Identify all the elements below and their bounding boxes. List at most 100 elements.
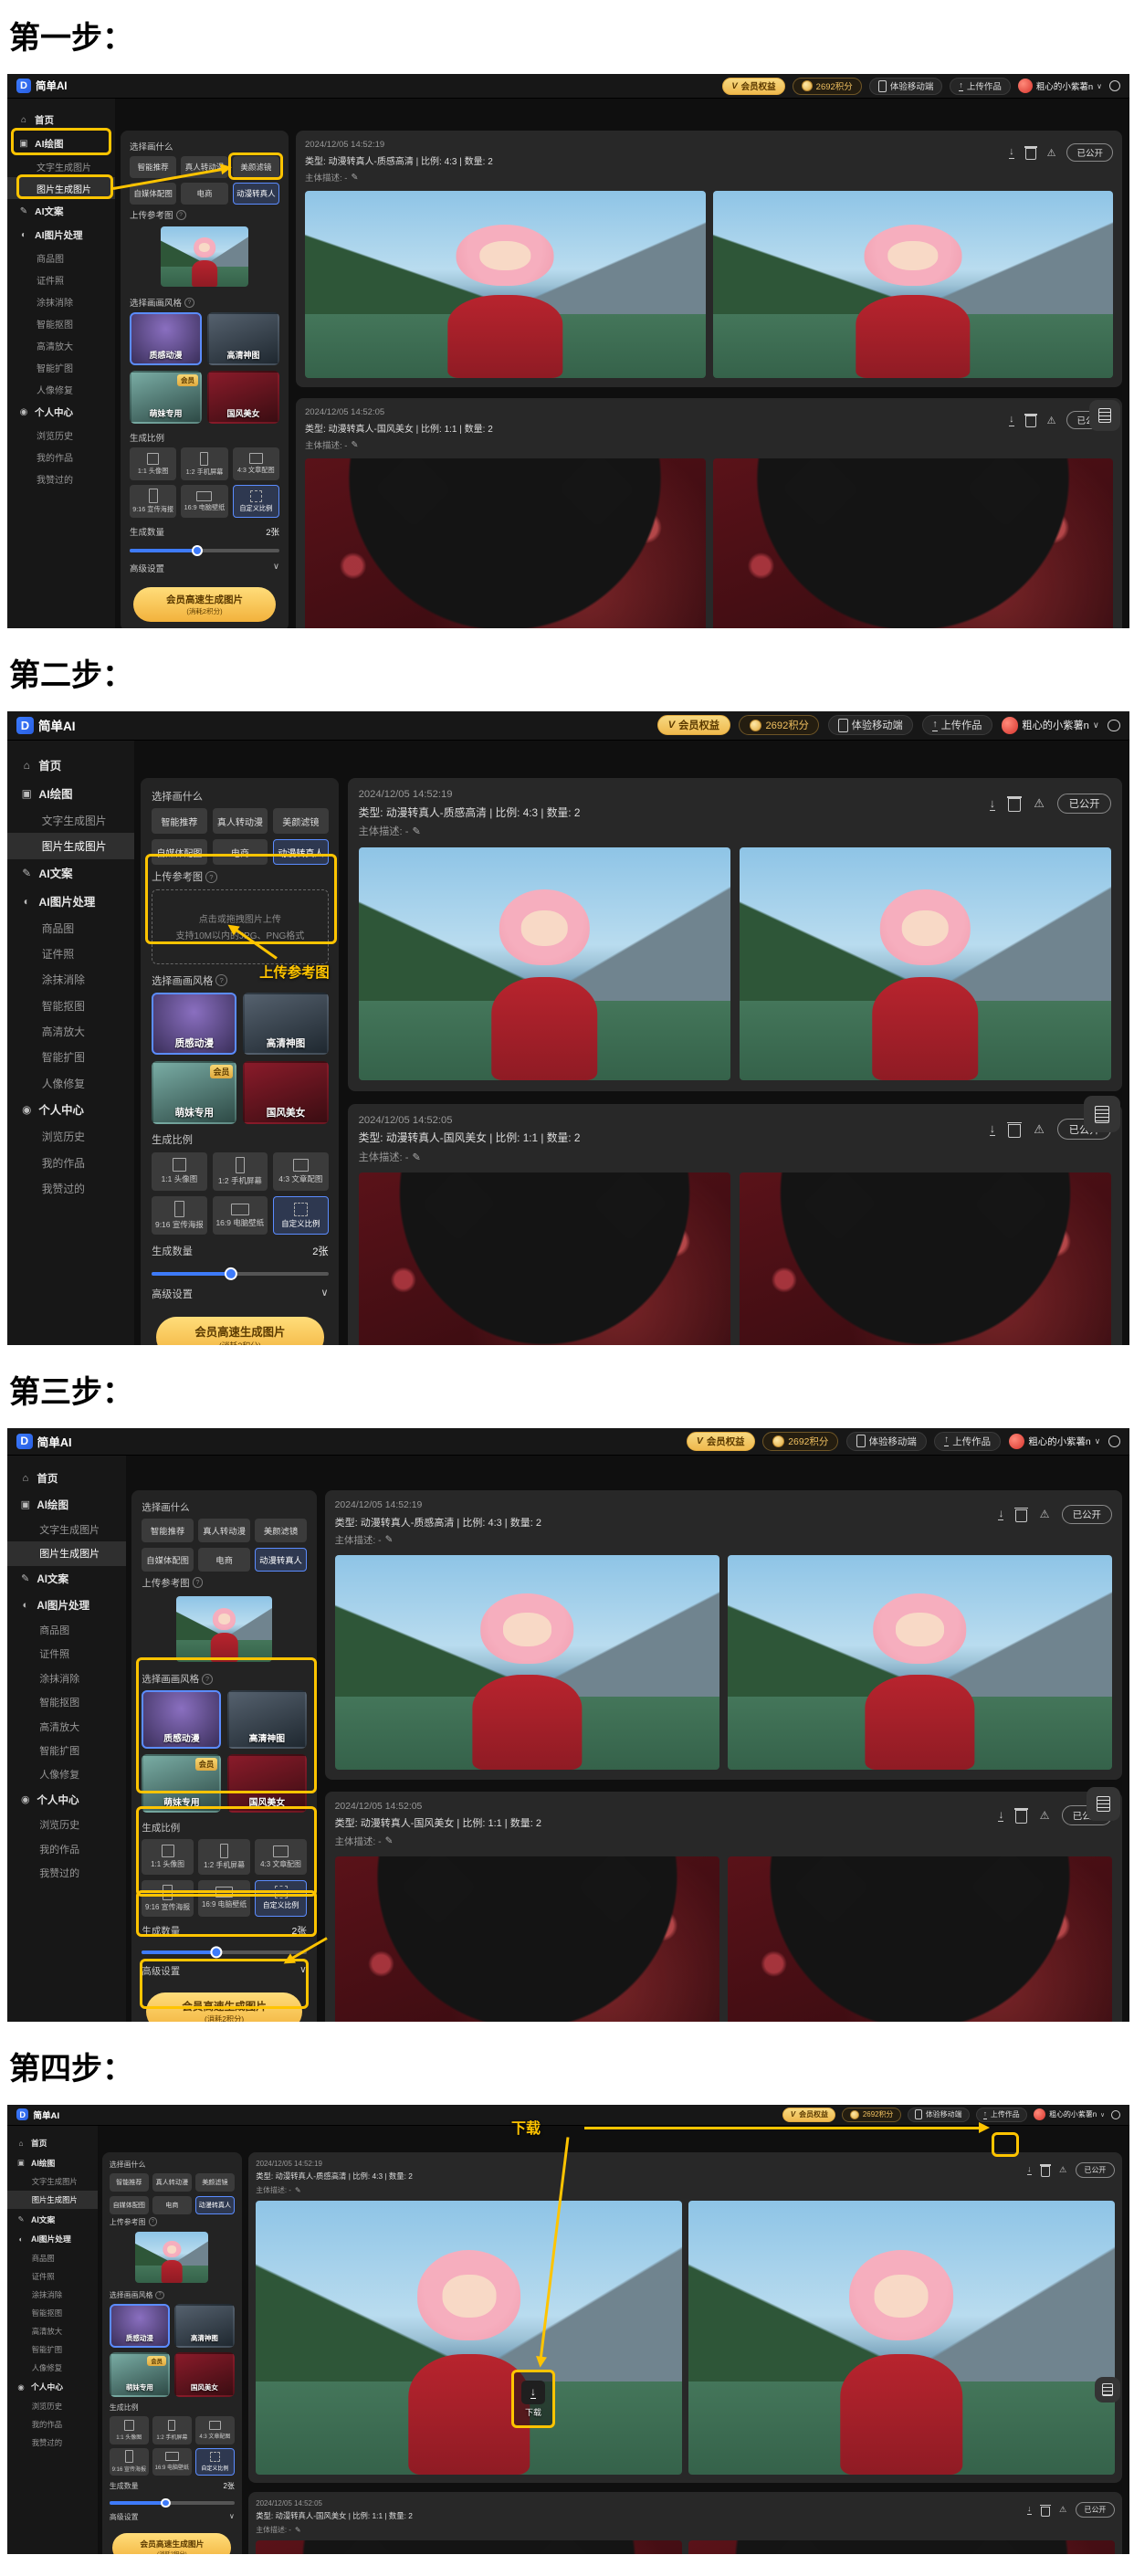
sidebar-item-3[interactable]: 图片生成图片	[7, 1541, 126, 1565]
download-icon[interactable]: ↓	[990, 1122, 995, 1136]
style-option-3[interactable]: 国风美女	[243, 1061, 328, 1123]
ratio-option-3[interactable]: 9:16 宣传海报	[152, 1196, 207, 1235]
sidebar-item-2[interactable]: 文字生成图片	[7, 807, 134, 833]
points-badge[interactable]: 2692积分	[842, 2108, 901, 2122]
report-icon[interactable]: ⚠	[1047, 147, 1056, 159]
sidebar-item-4[interactable]: ✎AI文案	[7, 859, 134, 888]
user-menu[interactable]: 粗心的小紫薯n∨	[1009, 1434, 1100, 1450]
sidebar-item-2[interactable]: 文字生成图片	[7, 2172, 98, 2191]
generated-image[interactable]	[728, 1555, 1112, 1770]
subject-option-3[interactable]: 自媒体配图	[152, 839, 207, 865]
ratio-option-3[interactable]: 9:16 宣传海报	[110, 2448, 149, 2476]
sidebar-item-15[interactable]: 我的作品	[7, 1837, 126, 1861]
quantity-slider[interactable]	[142, 1947, 306, 1959]
style-option-2[interactable]: 会员萌妹专用	[142, 1754, 221, 1813]
sidebar-item-6[interactable]: 商品图	[7, 1618, 126, 1642]
download-icon[interactable]: ↓	[990, 797, 995, 811]
sidebar-item-15[interactable]: 我的作品	[7, 1150, 134, 1175]
subject-option-5[interactable]: 动漫转真人	[273, 839, 329, 865]
subject-option-5[interactable]: 动漫转真人	[255, 1548, 306, 1572]
sidebar-item-0[interactable]: ⌂首页	[7, 752, 134, 780]
mobile-app-button[interactable]: 体验移动端	[869, 78, 943, 95]
sidebar-item-8[interactable]: 涂抹消除	[7, 1667, 126, 1690]
sidebar-item-5[interactable]: ◐AI图片处理	[7, 1592, 126, 1618]
sidebar-item-0[interactable]: ⌂首页	[7, 108, 115, 131]
style-option-3[interactable]: 国风美女	[174, 2352, 235, 2396]
sidebar-item-11[interactable]: 智能扩图	[7, 2340, 98, 2359]
slider-knob[interactable]	[192, 545, 203, 556]
generated-image[interactable]	[256, 2201, 682, 2475]
subject-option-4[interactable]: 电商	[198, 1548, 249, 1572]
generated-image[interactable]	[740, 847, 1112, 1080]
edit-icon[interactable]: ✎	[351, 173, 358, 183]
subject-option-1[interactable]: 真人转动漫	[181, 156, 227, 178]
generated-image[interactable]	[688, 2201, 1115, 2475]
generated-image[interactable]	[740, 1172, 1112, 1345]
sidebar-item-12[interactable]: 人像修复	[7, 1070, 134, 1096]
download-icon[interactable]: ↓	[1027, 2505, 1032, 2515]
subject-option-0[interactable]: 智能推荐	[130, 156, 176, 178]
style-option-3[interactable]: 国风美女	[207, 371, 279, 424]
sidebar-item-10[interactable]: 高清放大	[7, 1018, 134, 1044]
slider-knob[interactable]	[210, 1947, 222, 1959]
sidebar-item-9[interactable]: 智能抠图	[7, 993, 134, 1018]
report-icon[interactable]: ⚠	[1047, 415, 1056, 426]
generated-image[interactable]	[713, 191, 1114, 378]
sidebar-item-8[interactable]: 涂抹消除	[7, 2286, 98, 2304]
download-icon[interactable]: ↓	[998, 1508, 1003, 1520]
subject-option-1[interactable]: 真人转动漫	[213, 808, 268, 834]
trash-icon[interactable]	[1041, 2507, 1050, 2517]
report-icon[interactable]: ⚠	[1034, 1122, 1045, 1137]
subject-option-3[interactable]: 自媒体配图	[142, 1548, 193, 1572]
ratio-option-3[interactable]: 9:16 宣传海报	[142, 1880, 193, 1917]
sidebar-item-12[interactable]: 人像修复	[7, 1762, 126, 1786]
sidebar-item-14[interactable]: 浏览历史	[7, 2397, 98, 2415]
generated-image[interactable]	[359, 1172, 731, 1345]
sidebar-item-0[interactable]: ⌂首页	[7, 2133, 98, 2153]
advanced-settings[interactable]: 高级设置∨	[152, 1287, 329, 1301]
style-option-1[interactable]: 高清神图	[207, 312, 279, 365]
style-option-1[interactable]: 高清神图	[227, 1690, 307, 1749]
sidebar-item-3[interactable]: 图片生成图片	[7, 833, 134, 858]
subject-option-2[interactable]: 美颜滤镜	[273, 808, 329, 834]
trash-icon[interactable]	[1025, 148, 1036, 160]
ratio-option-1[interactable]: 1:2 手机屏幕	[181, 447, 227, 480]
sidebar-item-1[interactable]: ▣AI绘图	[7, 131, 115, 155]
sidebar-item-6[interactable]: 商品图	[7, 915, 134, 941]
download-icon[interactable]: ↓	[998, 1809, 1003, 1822]
edit-icon[interactable]: ✎	[295, 2526, 301, 2534]
generated-image[interactable]	[305, 458, 706, 628]
edit-icon[interactable]: ✎	[351, 440, 358, 450]
sidebar-item-12[interactable]: 人像修复	[7, 378, 115, 400]
sidebar-item-7[interactable]: 证件照	[7, 2267, 98, 2286]
download-icon[interactable]: ↓	[1009, 147, 1014, 159]
ratio-option-0[interactable]: 1:1 头像图	[110, 2416, 149, 2444]
upload-works-button[interactable]: ↑上传作品	[922, 715, 992, 735]
subject-option-4[interactable]: 电商	[152, 2196, 192, 2214]
sidebar-item-4[interactable]: ✎AI文案	[7, 199, 115, 223]
edit-icon[interactable]: ✎	[385, 1534, 394, 1545]
feedback-fab[interactable]	[1089, 400, 1120, 431]
generated-image[interactable]	[728, 1856, 1112, 2022]
user-menu[interactable]: 粗心的小紫薯n∨	[1018, 79, 1102, 93]
ratio-option-1[interactable]: 1:2 手机屏幕	[198, 1839, 249, 1876]
sidebar-item-15[interactable]: 我的作品	[7, 2415, 98, 2434]
ratio-option-3[interactable]: 9:16 宣传海报	[130, 485, 176, 518]
report-icon[interactable]: ⚠	[1059, 2505, 1066, 2515]
subject-option-2[interactable]: 美颜滤镜	[255, 1519, 306, 1542]
sidebar-item-8[interactable]: 涂抹消除	[7, 967, 134, 993]
edit-icon[interactable]: ✎	[412, 1151, 420, 1163]
sidebar-item-13[interactable]: ◉个人中心	[7, 1787, 126, 1814]
edit-icon[interactable]: ✎	[412, 825, 420, 837]
advanced-settings[interactable]: 高级设置∨	[130, 562, 279, 574]
sidebar-item-3[interactable]: 图片生成图片	[7, 177, 115, 199]
sidebar-item-12[interactable]: 人像修复	[7, 2359, 98, 2377]
sidebar-item-1[interactable]: ▣AI绘图	[7, 779, 134, 807]
ratio-option-5[interactable]: 自定义比例	[195, 2448, 235, 2476]
generated-image[interactable]	[256, 2540, 682, 2554]
style-option-3[interactable]: 国风美女	[227, 1754, 307, 1813]
subject-option-0[interactable]: 智能推荐	[110, 2173, 149, 2192]
advanced-settings[interactable]: 高级设置∨	[110, 2512, 235, 2522]
subject-option-0[interactable]: 智能推荐	[142, 1519, 193, 1542]
quantity-slider[interactable]	[130, 545, 279, 556]
